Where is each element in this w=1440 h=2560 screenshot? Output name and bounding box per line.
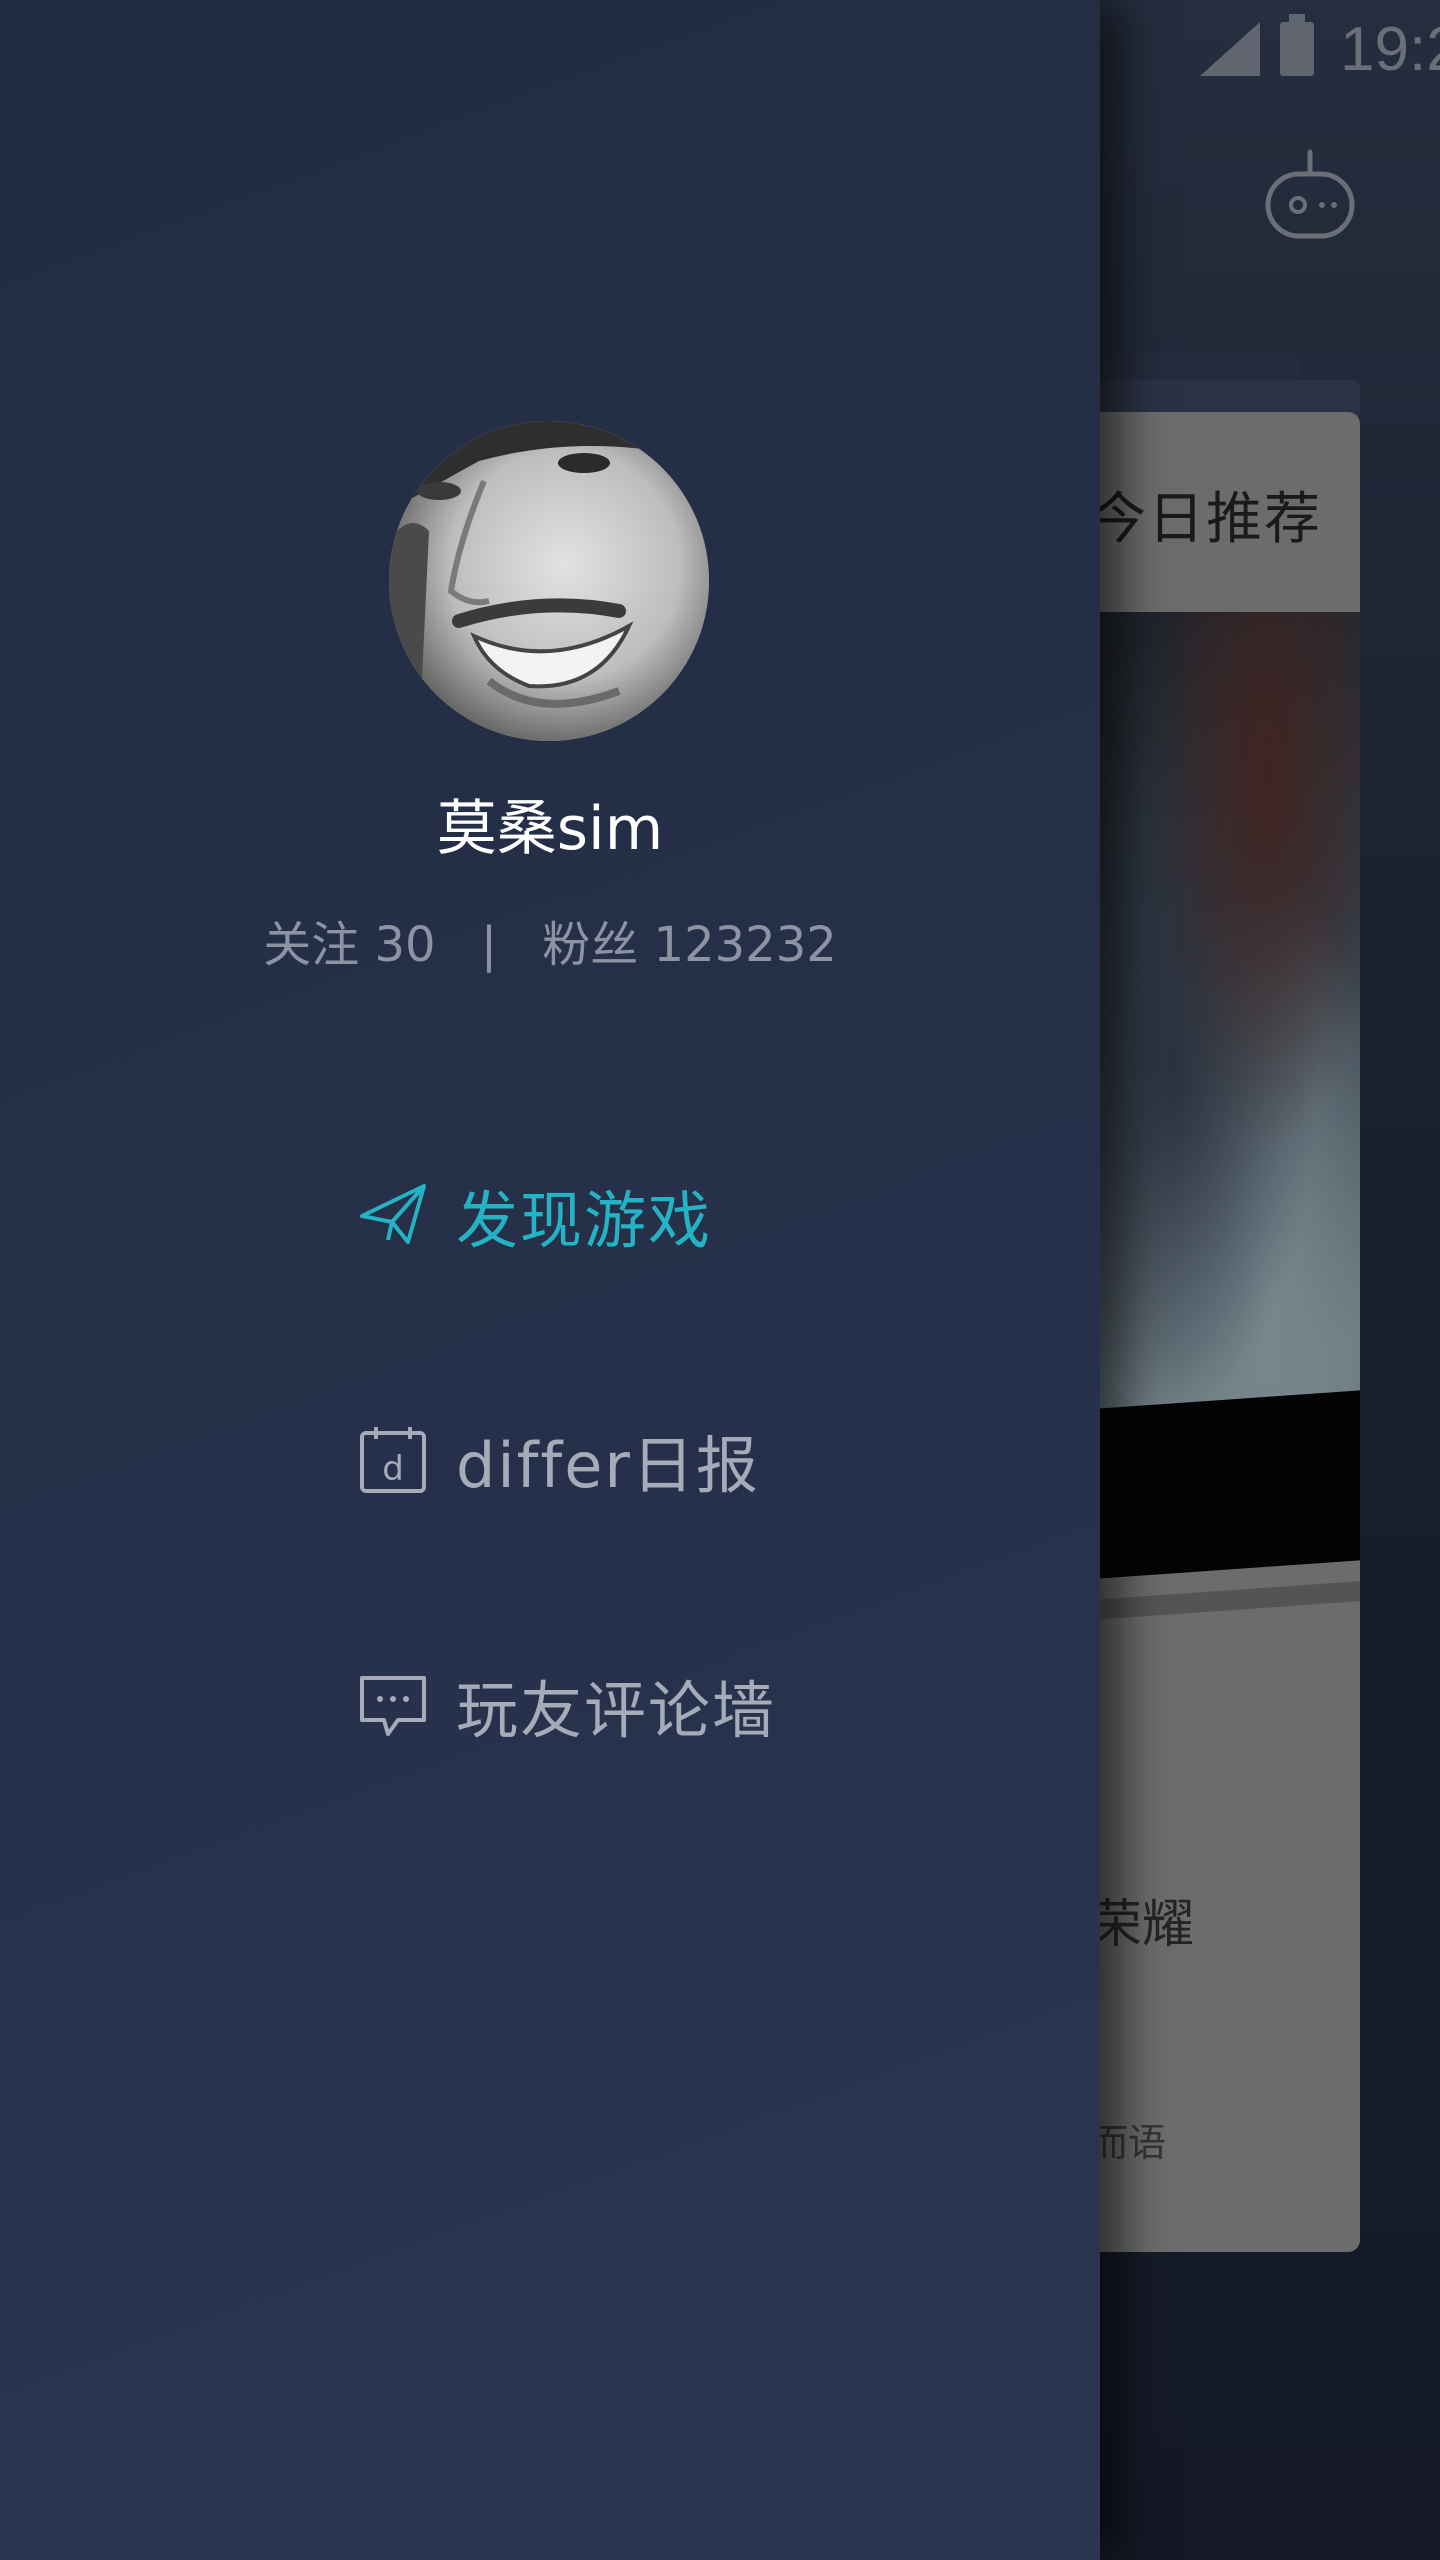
background-dim-overlay[interactable]: [1100, 0, 1440, 2560]
calendar-d-icon: d: [358, 1425, 428, 1495]
menu-item-comment-wall[interactable]: 玩友评论墙: [358, 1660, 776, 1750]
menu-item-label: 发现游戏: [456, 1184, 713, 1257]
followers-label[interactable]: 粉丝: [542, 917, 638, 973]
user-name[interactable]: 莫桑sim: [0, 780, 1100, 867]
menu-item-differ-daily[interactable]: d differ日报: [358, 1415, 760, 1505]
stats-separator: |: [480, 917, 497, 973]
chat-bubble-icon: [358, 1670, 428, 1740]
following-count[interactable]: 30: [374, 917, 435, 973]
user-stats: 关注 30 | 粉丝 123232: [0, 905, 1100, 975]
paper-plane-icon: [358, 1180, 428, 1250]
avatar-face-icon: [389, 421, 709, 741]
menu-item-label: 玩友评论墙: [456, 1674, 777, 1747]
avatar[interactable]: [389, 421, 709, 741]
followers-count[interactable]: 123232: [654, 917, 837, 973]
menu-item-discover-games[interactable]: 发现游戏: [358, 1170, 712, 1260]
svg-text:d: d: [382, 1449, 404, 1489]
following-label[interactable]: 关注: [263, 917, 359, 973]
navigation-drawer: 莫桑sim 关注 30 | 粉丝 123232 发现游戏 d differ日报: [0, 0, 1100, 2560]
menu-item-label: differ日报: [456, 1429, 760, 1502]
